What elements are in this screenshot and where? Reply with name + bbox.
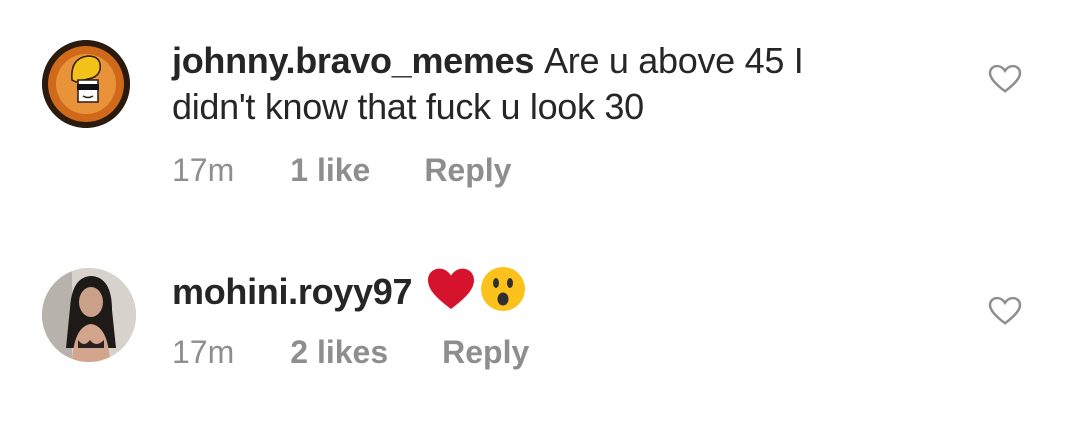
comment-item: mohini.royy97 17m 2 likes Reply <box>0 0 1080 423</box>
comment-text: mohini.royy97 <box>172 266 932 323</box>
avatar[interactable] <box>42 268 136 362</box>
heart-outline-icon <box>988 296 1022 325</box>
astonished-face-emoji-icon <box>480 266 526 323</box>
comment-timestamp: 17m <box>172 334 235 370</box>
like-button[interactable] <box>988 296 1022 326</box>
profile-photo-icon <box>42 268 136 362</box>
red-heart-emoji-icon <box>426 267 476 322</box>
username-link[interactable]: mohini.royy97 <box>172 271 412 312</box>
likes-count[interactable]: 2 likes <box>290 334 388 371</box>
comment-meta: 17m 2 likes Reply <box>172 334 529 371</box>
reply-button[interactable]: Reply <box>442 334 529 371</box>
